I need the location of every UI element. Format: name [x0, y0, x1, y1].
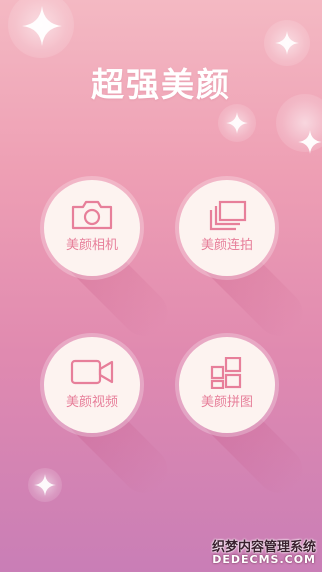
beauty-camera-button[interactable]: 美颜相机 [44, 180, 140, 276]
sparkle-icon [225, 111, 249, 135]
beauty-video-button[interactable]: 美颜视频 [44, 337, 140, 433]
menu-item-burst: 美颜连拍 [179, 180, 312, 346]
beauty-burst-button[interactable]: 美颜连拍 [179, 180, 275, 276]
menu-item-video: 美颜视频 [44, 337, 177, 503]
sparkle-icon [20, 4, 64, 48]
beauty-collage-button[interactable]: 美颜拼图 [179, 337, 275, 433]
menu-item-camera: 美颜相机 [44, 180, 177, 346]
camera-icon [44, 200, 140, 230]
sparkle-icon [274, 30, 300, 56]
sparkle-icon [33, 473, 57, 497]
video-camera-icon [44, 357, 140, 387]
burst-photos-icon [179, 200, 275, 232]
app-title: 超强美颜 [91, 65, 231, 104]
camera-label: 美颜相机 [65, 238, 118, 253]
watermark-url: DEDECMS.COM [212, 553, 316, 567]
collage-label: 美颜拼图 [200, 395, 253, 410]
collage-grid-icon [179, 357, 275, 389]
app-screen: 超强美颜 美颜相机 美颜连拍 美颜视频 美颜拼图 织梦内容管理系统 DEDECM… [0, 0, 322, 572]
burst-label: 美颜连拍 [200, 238, 253, 253]
sparkle-icon [297, 129, 322, 155]
video-label: 美颜视频 [65, 395, 118, 410]
watermark: 织梦内容管理系统 DEDECMS.COM [212, 541, 316, 566]
menu-item-collage: 美颜拼图 [179, 337, 312, 503]
